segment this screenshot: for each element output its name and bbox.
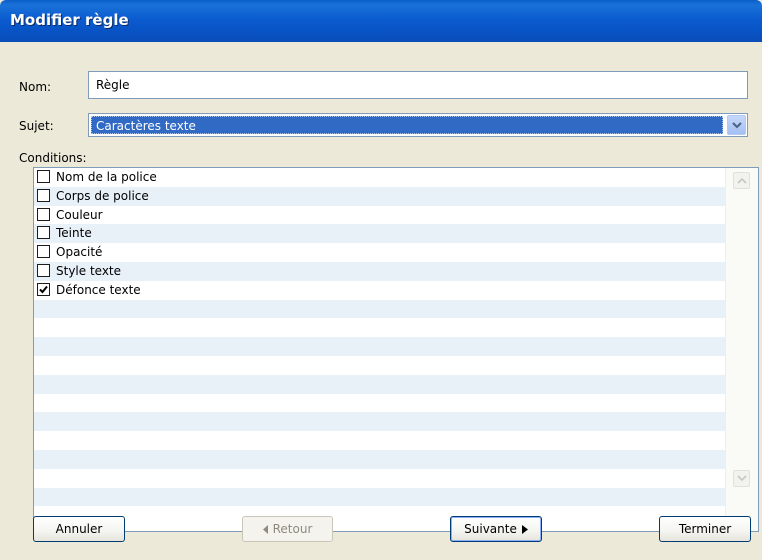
subject-label: Sujet: (19, 119, 54, 133)
condition-item[interactable]: Corps de police (34, 186, 726, 206)
finish-button[interactable]: Terminer (659, 516, 751, 542)
empty-list-row (34, 374, 726, 394)
conditions-scrollbar[interactable] (725, 168, 758, 531)
next-button[interactable]: Suivante (450, 516, 542, 542)
cancel-button-label: Annuler (55, 522, 103, 536)
condition-checkbox[interactable] (37, 226, 50, 240)
empty-list-row (34, 394, 726, 413)
condition-checkbox[interactable] (37, 263, 50, 277)
dialog-content: Nom: Règle Sujet: Caractères texte Condi… (8, 42, 759, 554)
chevron-up-icon (737, 177, 747, 184)
condition-label: Nom de la police (56, 170, 157, 184)
conditions-rows: Nom de la police Corps de police Couleur Te… (34, 168, 726, 525)
modify-rule-dialog: Modifier règle Nom: Règle Sujet: Caractè… (0, 0, 762, 560)
name-input[interactable]: Règle (88, 71, 748, 99)
condition-label: Opacité (56, 245, 103, 260)
subject-dropdown-button[interactable] (727, 115, 746, 135)
condition-checkbox[interactable] (37, 170, 50, 183)
condition-item[interactable]: Style texte (34, 261, 726, 281)
cancel-button[interactable]: Annuler (33, 516, 125, 542)
chevron-down-icon (732, 122, 742, 129)
condition-label: Corps de police (56, 188, 149, 203)
condition-label: Couleur (56, 207, 103, 222)
empty-list-row (34, 299, 726, 319)
condition-item[interactable]: Teinte (34, 224, 726, 244)
triangle-left-icon (262, 525, 268, 534)
back-button[interactable]: Retour (242, 516, 333, 542)
empty-list-row (34, 412, 726, 432)
condition-checkbox[interactable] (37, 282, 50, 296)
empty-list-row (34, 506, 726, 525)
empty-list-row (34, 337, 726, 356)
triangle-right-icon (521, 525, 528, 534)
empty-list-row (34, 449, 726, 469)
scroll-up-button[interactable] (733, 172, 750, 189)
conditions-label: Conditions: (19, 151, 87, 165)
empty-list-row (34, 487, 726, 507)
empty-list-row (34, 318, 726, 337)
conditions-list: Nom de la police Corps de police Couleur Te… (33, 167, 759, 532)
empty-list-row (34, 469, 726, 488)
condition-label: Défonce texte (56, 282, 141, 297)
condition-label: Teinte (56, 226, 92, 241)
condition-checkbox[interactable] (37, 188, 50, 202)
condition-label: Style texte (56, 263, 122, 278)
empty-list-row (34, 431, 726, 450)
condition-checkbox[interactable] (37, 245, 50, 259)
subject-select[interactable]: Caractères texte (88, 113, 748, 137)
next-button-label: Suivante (464, 522, 517, 536)
checkmark-icon (39, 285, 48, 294)
condition-checkbox[interactable] (37, 207, 50, 221)
condition-item[interactable]: Opacité (34, 243, 726, 262)
condition-item[interactable]: Nom de la police (34, 168, 726, 187)
subject-selected-value: Caractères texte (91, 116, 723, 134)
name-label: Nom: (19, 80, 52, 94)
window-title: Modifier règle (10, 11, 129, 29)
condition-item[interactable]: Défonce texte (34, 281, 726, 300)
finish-button-label: Terminer (678, 522, 732, 536)
condition-item[interactable]: Couleur (34, 206, 726, 225)
chevron-down-icon (737, 475, 747, 482)
title-bar[interactable]: Modifier règle (0, 0, 762, 42)
back-button-label: Retour (272, 522, 313, 536)
scroll-down-button[interactable] (733, 470, 750, 487)
empty-list-row (34, 356, 726, 375)
